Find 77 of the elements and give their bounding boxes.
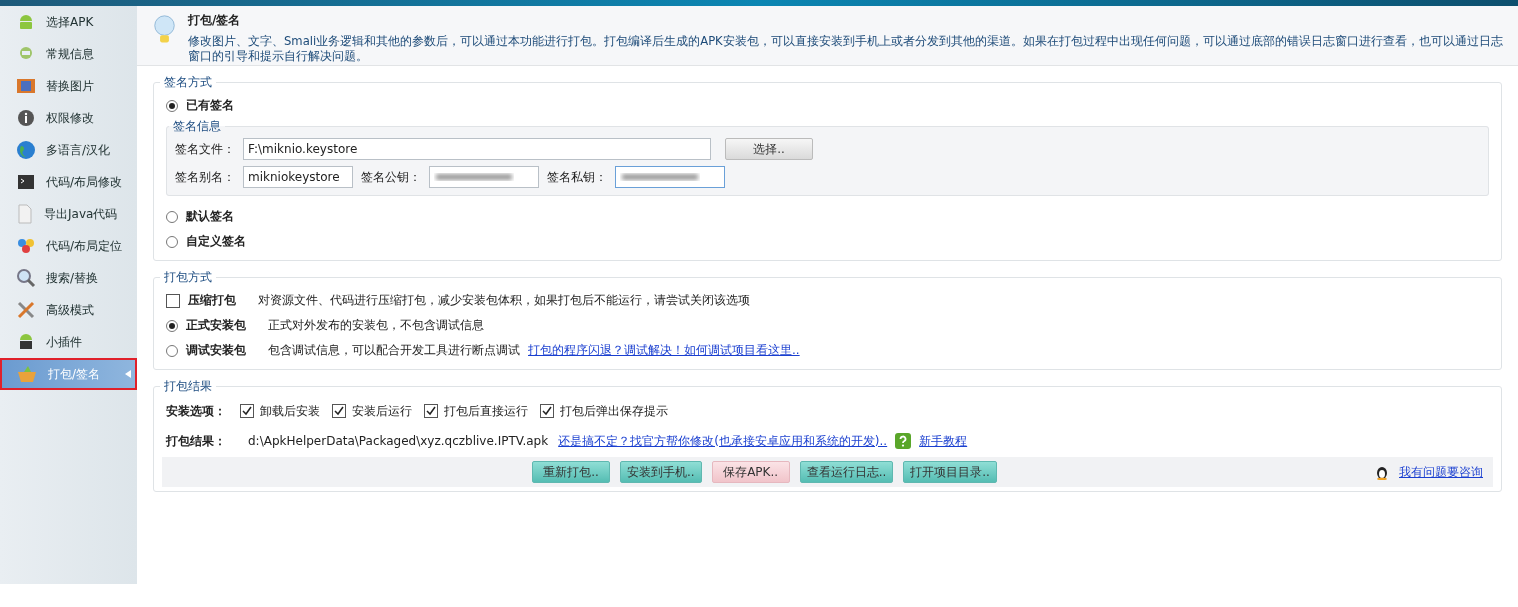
help-icon — [895, 433, 912, 449]
result-label: 打包结果： — [166, 432, 226, 450]
action-button[interactable]: 保存APK.. — [711, 461, 790, 483]
group-title: 签名方式 — [163, 74, 213, 91]
sidebar-item[interactable]: 高级模式 — [0, 294, 137, 326]
checkmark-icon — [334, 406, 344, 416]
choose-button[interactable]: 选择.. — [725, 138, 813, 160]
sidebar-item[interactable]: 代码/布局修改 — [0, 166, 137, 198]
radio-button[interactable] — [166, 319, 178, 332]
action-button[interactable]: 查看运行日志.. — [799, 461, 894, 483]
radio-button[interactable] — [166, 99, 178, 112]
radio-button[interactable] — [166, 210, 178, 223]
photo-icon — [16, 77, 36, 95]
option-label: 已有签名 — [186, 97, 234, 114]
page-title: 打包/签名 — [188, 12, 242, 29]
option-label: 调试安装包 — [186, 342, 246, 359]
consult-link[interactable]: 我有问题要咨询 — [1399, 463, 1483, 481]
checkbox[interactable] — [424, 404, 438, 418]
checkbox[interactable] — [332, 404, 346, 418]
globe-icon — [16, 140, 36, 160]
tools-icon — [16, 300, 36, 320]
info-icon — [16, 108, 36, 128]
option-label: 自定义签名 — [186, 233, 246, 250]
map-pin-icon — [16, 236, 36, 256]
option-description: 包含调试信息，可以配合开发工具进行断点调试 — [268, 342, 520, 359]
group-title: 打包结果 — [163, 378, 213, 395]
terminal-icon — [16, 172, 36, 192]
checkmark-icon — [542, 406, 552, 416]
option-label: 压缩打包 — [188, 292, 236, 309]
help-link[interactable]: 还是搞不定？找官方帮你修改(也承接安卓应用和系统的开发).. — [558, 432, 888, 450]
option-label: 正式安装包 — [186, 317, 246, 334]
checkbox[interactable] — [240, 404, 254, 418]
page-description: 修改图片、文字、Smali业务逻辑和其他的参数后，可以通过本功能进行打包。打包编译后生成的APK安装包，可以直接安装到手机上或者分发到其他的渠道。如果在打包过程中出现任何问题，可以通过底部的错误日志窗口进行查看，也可以通过日志窗口的引导和提示自行解决问题。 — [188, 34, 1504, 64]
option-label: 默认签名 — [186, 208, 234, 225]
checkbox-label: 打包后弹出保存提示 — [560, 402, 668, 420]
action-button[interactable]: 重新打包.. — [532, 461, 610, 483]
sidebar-item[interactable]: 多语言/汉化 — [0, 134, 137, 166]
radio-button[interactable] — [166, 344, 178, 357]
pointer-icon — [125, 370, 131, 378]
key-field[interactable] — [429, 166, 539, 188]
checkbox-label: 打包后直接运行 — [444, 402, 528, 420]
penguin-icon — [1375, 464, 1389, 480]
basket-icon — [16, 364, 38, 384]
sidebar-item[interactable]: 选择APK — [0, 6, 137, 38]
help-link[interactable]: 打包的程序闪退？调试解决！如何调试项目看这里.. — [528, 342, 800, 359]
group-title: 打包方式 — [163, 269, 213, 286]
sidebar-item[interactable]: 权限修改 — [0, 102, 137, 134]
checkmark-icon — [426, 406, 436, 416]
tutorial-link[interactable]: 新手教程 — [919, 432, 968, 450]
sidebar-item[interactable]: 小插件 — [0, 326, 137, 358]
sidebar-item[interactable]: 常规信息 — [0, 38, 137, 70]
sidebar-item[interactable]: 替换图片 — [0, 70, 137, 102]
radio-button[interactable] — [166, 235, 178, 248]
action-button[interactable]: 安装到手机.. — [620, 461, 702, 483]
group-title: 签名信息 — [172, 118, 222, 135]
sidebar-item[interactable]: 搜索/替换 — [0, 262, 137, 294]
checkmark-icon — [242, 406, 252, 416]
checkbox-label: 卸载后安装 — [260, 402, 320, 420]
option-description: 正式对外发布的安装包，不包含调试信息 — [268, 317, 484, 334]
checkbox[interactable] — [540, 404, 554, 418]
document-icon — [16, 204, 34, 224]
field-label: 签名私钥： — [547, 168, 607, 186]
field-label: 签名公钥： — [361, 168, 421, 186]
sidebar-item[interactable]: 代码/布局定位 — [0, 230, 137, 262]
field-label: 签名别名： — [175, 168, 235, 186]
checkbox-label: 安装后运行 — [352, 402, 412, 420]
checkbox[interactable] — [166, 293, 180, 308]
result-path: d:\ApkHelperData\Packaged\xyz.qczblive.IPTV.apk — [248, 434, 549, 448]
key-field[interactable] — [615, 166, 725, 188]
alias-field[interactable]: mikniokeystore — [243, 166, 353, 188]
field-label: 签名文件： — [175, 140, 235, 158]
file-field[interactable]: F:\miknio.keystore — [243, 138, 711, 160]
option-description: 对资源文件、代码进行压缩打包，减少安装包体积，如果打包后不能运行，请尝试关闭该选项 — [258, 292, 750, 309]
install-options-label: 安装选项： — [166, 402, 226, 420]
action-button[interactable]: 打开项目目录.. — [903, 461, 997, 483]
search-icon — [16, 268, 36, 288]
sidebar-item[interactable]: 导出Java代码 — [0, 198, 137, 230]
